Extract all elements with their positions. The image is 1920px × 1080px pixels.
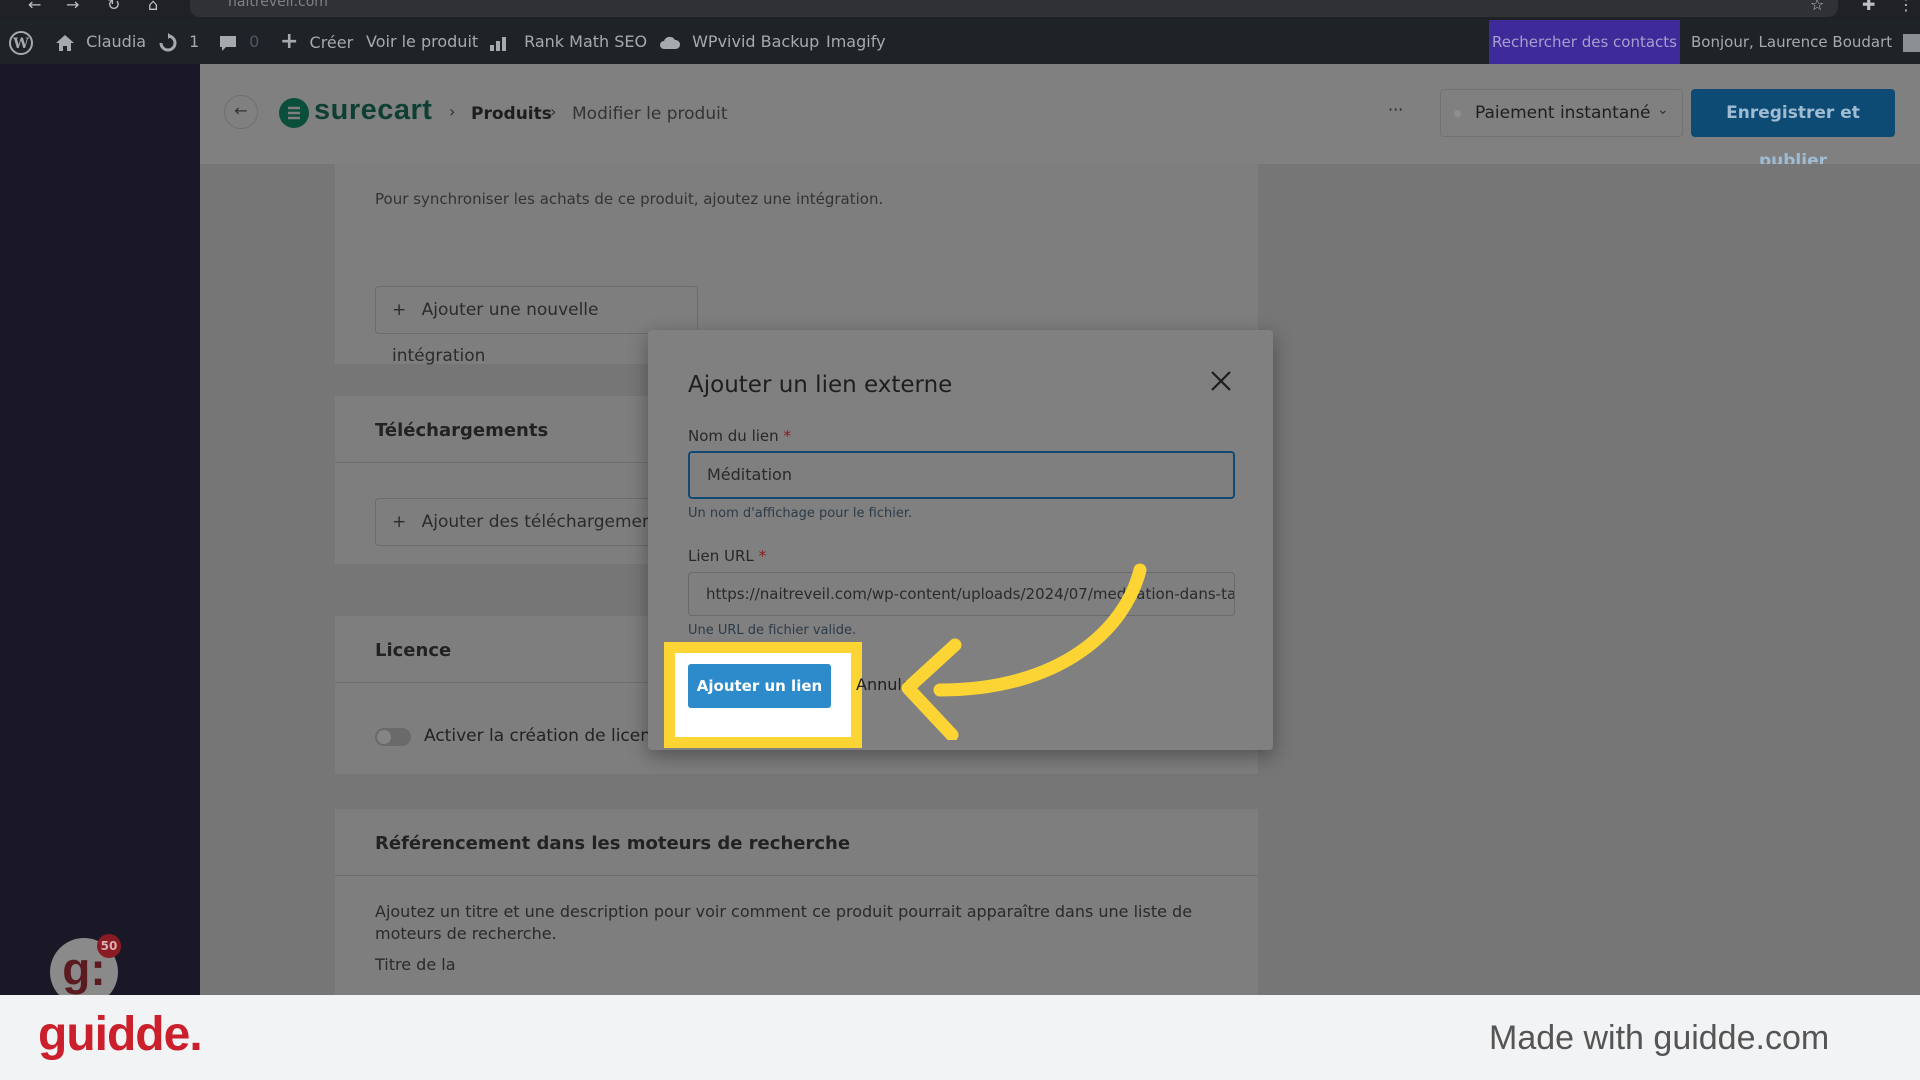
reload-icon[interactable]: ↻	[107, 0, 120, 13]
search-contacts-button[interactable]: Rechercher des contacts	[1489, 20, 1680, 64]
add-integration-label: Ajouter une nouvelle intégration	[392, 300, 599, 366]
instant-payment-dropdown[interactable]: Paiement instantané ⌄	[1440, 89, 1683, 137]
surecart-logo-text: surecart	[314, 94, 433, 126]
link-name-label: Nom du lien *	[688, 427, 791, 445]
license-title: Licence	[375, 640, 452, 661]
add-link-button[interactable]: Ajouter un lien	[688, 664, 831, 708]
status-dot	[1454, 110, 1461, 117]
updates-icon	[159, 32, 177, 51]
add-downloads-label: Ajouter des téléchargements	[421, 512, 669, 532]
seo-description: Ajoutez un titre et une description pour…	[375, 902, 1193, 943]
back-icon[interactable]: ←	[28, 0, 41, 13]
downloads-title: Téléchargements	[375, 420, 549, 441]
add-downloads-button[interactable]: + Ajouter des téléchargements	[375, 498, 675, 546]
link-name-label-text: Nom du lien	[688, 427, 779, 445]
bookmark-star-icon[interactable]: ☆	[1810, 0, 1824, 13]
close-icon[interactable]	[1208, 368, 1234, 394]
forward-icon[interactable]: →	[66, 0, 79, 13]
add-integration-button[interactable]: + Ajouter une nouvelle intégration	[375, 286, 698, 366]
plus-icon: +	[280, 29, 299, 54]
seo-card: Référencement dans les moteurs de recher…	[335, 809, 1258, 995]
link-url-label-text: Lien URL	[688, 547, 754, 565]
extensions-icon[interactable]: ✚	[1862, 0, 1875, 13]
imagify-link[interactable]: Imagify	[826, 20, 886, 64]
comments-link[interactable]: 0	[218, 20, 259, 64]
breadcrumb-separator-icon: ›	[449, 102, 456, 121]
rankmath-icon	[490, 36, 506, 51]
avatar	[1902, 33, 1920, 52]
wp-admin-sidebar	[0, 64, 200, 995]
surecart-header: ← surecart › Produits › Modifier le prod…	[200, 64, 1920, 171]
wpvivid-link[interactable]: WPvivid Backup	[659, 20, 819, 64]
integrations-description: Pour synchroniser les achats de ce produ…	[375, 190, 884, 208]
address-bar-url: naitreveil.com	[228, 0, 328, 10]
required-marker: *	[758, 547, 767, 565]
breadcrumb-separator-icon: ›	[550, 102, 557, 121]
guidde-footer: guidde. Made with guidde.com	[0, 995, 1920, 1080]
link-url-help: Une URL de fichier valide.	[688, 623, 857, 638]
rankmath-link[interactable]: Rank Math SEO	[489, 20, 647, 64]
annotation-arrow-icon	[901, 563, 1147, 740]
seo-title-field-label: Titre de la	[375, 955, 456, 974]
create-label: Créer	[309, 33, 354, 52]
svg-text:W: W	[12, 36, 29, 52]
updates-link[interactable]: 1	[158, 20, 199, 64]
guidde-badge-count: 50	[97, 934, 121, 958]
greeting-text: Bonjour, Laurence Boudart	[1691, 33, 1893, 51]
wpvivid-label: WPvivid Backup	[692, 32, 820, 51]
license-toggle-label: Activer la création de licence	[424, 726, 671, 746]
plus-icon: +	[392, 300, 407, 320]
wordpress-logo-icon[interactable]: W	[9, 20, 33, 64]
seo-title: Référencement dans les moteurs de recher…	[375, 833, 851, 854]
home-icon[interactable]: ⌂	[148, 0, 158, 13]
view-product-link[interactable]: Voir le produit	[366, 20, 478, 64]
breadcrumb-edit-product: Modifier le produit	[572, 104, 728, 124]
create-new-link[interactable]: + Créer	[280, 20, 353, 64]
comments-count: 0	[249, 32, 260, 51]
cloud-icon	[660, 36, 681, 49]
account-greeting[interactable]: Bonjour, Laurence Boudart	[1691, 20, 1920, 64]
dialog-title: Ajouter un lien externe	[688, 372, 953, 398]
link-name-input[interactable]: Méditation	[688, 451, 1235, 499]
site-name-link[interactable]: Claudia	[55, 20, 146, 64]
guidde-logo: guidde.	[38, 1008, 203, 1061]
rankmath-label: Rank Math SEO	[524, 32, 648, 51]
address-bar[interactable]: naitreveil.com	[190, 0, 1838, 17]
site-name: Claudia	[86, 32, 147, 51]
toggle-knob	[377, 730, 391, 744]
home-icon	[56, 34, 74, 51]
required-marker: *	[783, 427, 791, 445]
updates-count: 1	[189, 32, 200, 51]
chevron-down-icon: ⌄	[1657, 102, 1669, 118]
save-publish-button[interactable]: Enregistrer et publier	[1691, 89, 1895, 171]
back-arrow-icon[interactable]: ←	[224, 95, 258, 129]
instant-payment-label: Paiement instantané	[1475, 103, 1651, 123]
breadcrumb-products[interactable]: Produits	[471, 104, 552, 124]
plus-icon: +	[392, 512, 407, 532]
browser-toolbar: ← → ↻ ⌂ naitreveil.com ☆ ✚ ⋮	[0, 0, 1920, 20]
browser-menu-icon[interactable]: ⋮	[1898, 0, 1914, 13]
link-name-value: Méditation	[707, 465, 792, 484]
more-actions-button[interactable]: ···	[1388, 100, 1403, 119]
license-toggle[interactable]	[375, 728, 411, 746]
link-url-label: Lien URL *	[688, 547, 766, 565]
divider	[335, 875, 1258, 876]
made-with-guidde: Made with guidde.com	[1489, 1019, 1830, 1057]
wp-admin-bar: W Claudia 1 0 + Créer Voir le produit Ra…	[0, 20, 1920, 64]
link-name-help: Un nom d'affichage pour le fichier.	[688, 506, 913, 521]
surecart-logo-icon	[279, 98, 309, 128]
comment-icon	[220, 35, 236, 51]
